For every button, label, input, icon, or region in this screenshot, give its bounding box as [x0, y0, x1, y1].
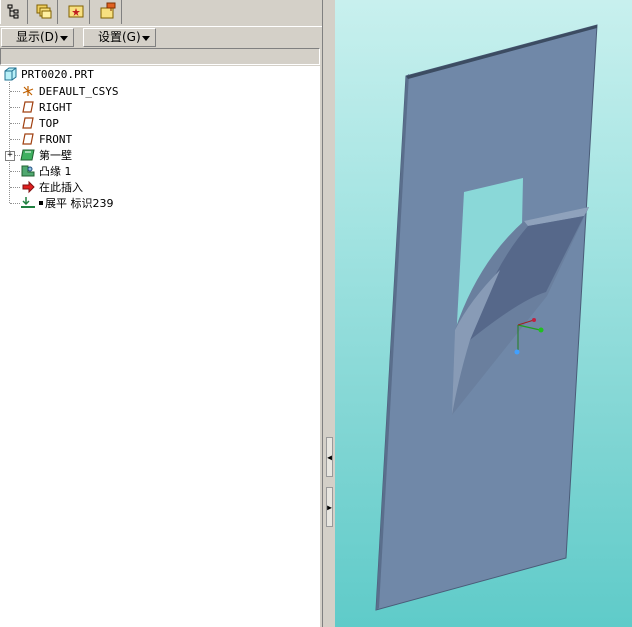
tree-item-label: 展平 标识239: [45, 197, 114, 210]
tree-item-label: TOP: [39, 116, 59, 130]
insert-here-arrow-icon: [20, 180, 36, 194]
tree-menu-bar: 显示(D) 设置(G): [0, 26, 322, 49]
suppressed-marker: [39, 201, 43, 205]
sheetmetal-part-model: [375, 24, 598, 611]
part-icon: [2, 67, 18, 81]
settings-menu-button[interactable]: 设置(G): [83, 28, 156, 47]
settings-menu-label: 设置(G): [98, 30, 141, 44]
tab-connections[interactable]: [94, 0, 122, 24]
tree-item-top-plane[interactable]: TOP: [20, 115, 59, 131]
tree-item-right-plane[interactable]: RIGHT: [20, 99, 72, 115]
tree-connector: [10, 123, 20, 125]
tree-item-label: 凸缘 1: [39, 165, 72, 178]
tree-item-label: DEFAULT_CSYS: [39, 84, 119, 98]
tree-item-label: 在此插入: [39, 181, 83, 194]
tree-connector: [9, 82, 11, 203]
datum-plane-icon: [20, 116, 36, 130]
tab-folder-browser[interactable]: [30, 0, 58, 24]
tree-item-label: FRONT: [39, 132, 73, 146]
connections-icon: [99, 2, 117, 23]
graphics-viewport[interactable]: [335, 0, 632, 627]
flatten-icon: [20, 196, 36, 210]
favorites-icon: [67, 2, 85, 23]
tree-connector: [10, 91, 20, 93]
expand-toggle[interactable]: +: [5, 151, 15, 161]
tab-favorites[interactable]: [62, 0, 90, 24]
tree-item-insert-here[interactable]: 在此插入: [20, 179, 83, 195]
display-menu-button[interactable]: 显示(D): [1, 28, 74, 47]
datum-plane-icon: [20, 100, 36, 114]
tree-item-front-plane[interactable]: FRONT: [20, 131, 72, 147]
model-tree-icon: [6, 3, 22, 22]
csys-icon: [20, 84, 36, 98]
display-menu-label: 显示(D): [16, 30, 59, 44]
tree-item-flatten[interactable]: 展平 标识239: [20, 195, 114, 211]
tree-item-label: RIGHT: [39, 100, 73, 114]
collapse-left-icon[interactable]: ◀: [326, 437, 333, 477]
tree-connector: [10, 139, 20, 141]
datum-plane-icon: [20, 132, 36, 146]
tree-connector: [10, 171, 20, 173]
model-tree-panel: 显示(D) 设置(G) PRT0020.PRT DEFAULT_CSYS RIG…: [0, 0, 322, 627]
chevron-down-icon: [60, 36, 68, 41]
expand-right-icon[interactable]: ▶: [326, 487, 333, 527]
tree-filter-bar[interactable]: [0, 48, 320, 65]
sheetmetal-wall-icon: [20, 148, 36, 162]
tree-connector: [10, 203, 20, 205]
folder-browser-icon: [35, 2, 53, 23]
tree-item-label: 第一壁: [39, 149, 72, 162]
tree-root-label: PRT0020.PRT: [21, 67, 94, 81]
tree-connector: [10, 187, 20, 189]
tree-item-default-csys[interactable]: DEFAULT_CSYS: [20, 83, 118, 99]
model-tree: PRT0020.PRT DEFAULT_CSYS RIGHT TOP FRONT…: [0, 66, 320, 627]
tree-connector: [10, 107, 20, 109]
panel-splitter[interactable]: ◀ ▶: [322, 0, 335, 627]
tab-model-tree[interactable]: [0, 0, 28, 24]
flange-icon: [20, 164, 36, 178]
tree-item-first-wall[interactable]: 第一壁: [20, 147, 72, 163]
navigator-tabs: [0, 0, 322, 26]
tree-item-flange-1[interactable]: 凸缘 1: [20, 163, 72, 179]
chevron-down-icon: [142, 36, 150, 41]
tree-root-part[interactable]: PRT0020.PRT: [2, 66, 94, 82]
